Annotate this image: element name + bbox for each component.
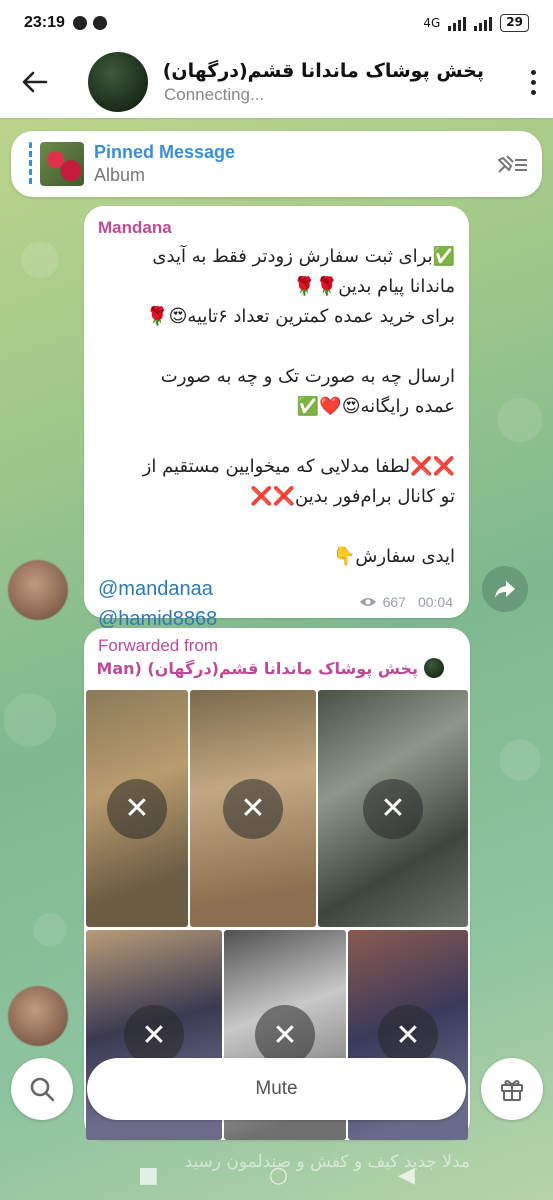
forwarded-label: Forwarded from bbox=[98, 636, 218, 655]
pinned-thumbnail bbox=[40, 142, 84, 186]
notification-icons bbox=[72, 16, 107, 30]
album-photo[interactable]: ✕ bbox=[190, 690, 316, 927]
arrow-left-icon bbox=[22, 71, 48, 93]
message-time: 00:04 bbox=[417, 594, 453, 610]
sender-avatar[interactable] bbox=[8, 986, 68, 1046]
search-icon bbox=[30, 1077, 55, 1102]
pinned-text: Pinned Message Album bbox=[94, 142, 482, 186]
status-time: 23:19 bbox=[24, 14, 65, 31]
pinned-subtitle: Album bbox=[94, 165, 146, 185]
chat-header: پخش پوشاک ماندانا قشم(درگهان) Connecting… bbox=[0, 46, 553, 118]
recents-icon[interactable]: ■ bbox=[138, 1163, 159, 1188]
sender-avatar[interactable] bbox=[8, 560, 68, 620]
channel-info[interactable]: پخش پوشاک ماندانا قشم(درگهان) Connecting… bbox=[164, 60, 513, 105]
pinned-message-bar[interactable]: Pinned Message Album bbox=[11, 131, 542, 197]
message-line: ارسال چه به صورت تک و چه به صورت bbox=[160, 366, 455, 387]
message-line: عمده رایگانه😍❤️✅ bbox=[296, 396, 455, 417]
message-line: ✅برای ثبت سفارش زودتر فقط به آیدی bbox=[152, 246, 455, 267]
more-vertical-icon bbox=[530, 69, 536, 75]
back-button[interactable] bbox=[0, 46, 70, 118]
forwarded-channel-name: پخش پوشاک ماندانا قشم(درگهان) (Man... bbox=[98, 658, 418, 678]
close-icon[interactable]: ✕ bbox=[378, 1005, 438, 1065]
close-icon[interactable]: ✕ bbox=[363, 778, 423, 839]
notification-icon bbox=[72, 16, 87, 30]
connection-status: Connecting... bbox=[164, 84, 265, 104]
message-line: برای خرید عمده کمترین تعداد ۶تاییه😍🌹 bbox=[146, 306, 455, 327]
message-line: ❌❌لطفا مدلایی که میخوایین مستقیم از bbox=[142, 456, 455, 477]
message-line: تو کانال برام‌فور بدین❌❌ bbox=[250, 486, 455, 507]
close-icon[interactable]: ✕ bbox=[124, 1005, 184, 1065]
share-button[interactable] bbox=[482, 566, 528, 612]
unpin-button[interactable] bbox=[482, 152, 542, 176]
close-icon[interactable]: ✕ bbox=[223, 778, 283, 839]
message-line: ماندانا پیام بدین🌹🌹 bbox=[293, 276, 455, 297]
sender-name: Mandana bbox=[98, 218, 172, 237]
view-count: 667 bbox=[382, 594, 406, 610]
signal-icon-2 bbox=[474, 15, 493, 31]
message-text: ✅برای ثبت سفارش زودتر فقط به آیدی ماندان… bbox=[98, 242, 455, 572]
pinned-indicator bbox=[29, 142, 32, 186]
status-right: 4G 29 bbox=[423, 14, 529, 32]
gift-button[interactable] bbox=[481, 1058, 543, 1120]
unpin-icon bbox=[498, 155, 527, 173]
forwarded-channel-avatar bbox=[424, 658, 444, 678]
status-bar: 23:19 4G 29 bbox=[0, 0, 553, 46]
close-icon[interactable]: ✕ bbox=[107, 778, 167, 839]
close-icon[interactable]: ✕ bbox=[255, 1005, 315, 1065]
message-bubble[interactable]: Mandana ✅برای ثبت سفارش زودتر فقط به آید… bbox=[84, 206, 469, 630]
back-nav-icon[interactable]: ◀ bbox=[398, 1163, 415, 1188]
message-meta: 667 00:04 bbox=[359, 594, 453, 610]
forwarded-source[interactable]: پخش پوشاک ماندانا قشم(درگهان) (Man... bbox=[88, 658, 466, 678]
notification-icon bbox=[92, 16, 107, 30]
channel-title: پخش پوشاک ماندانا قشم(درگهان) bbox=[164, 59, 484, 82]
channel-avatar[interactable] bbox=[88, 52, 148, 112]
gift-icon bbox=[501, 1080, 523, 1101]
signal-icon bbox=[448, 15, 467, 31]
search-button[interactable] bbox=[11, 1058, 73, 1120]
home-icon[interactable]: ○ bbox=[269, 1163, 288, 1188]
message-line: ایدی سفارش👇 bbox=[332, 546, 455, 567]
more-menu-button[interactable] bbox=[513, 46, 553, 118]
network-type: 4G bbox=[423, 16, 441, 30]
album-photo[interactable]: ✕ bbox=[86, 690, 188, 927]
album-photo[interactable]: ✕ bbox=[318, 690, 468, 927]
battery-icon: 29 bbox=[500, 14, 529, 32]
system-nav-bar: ■ ○ ◀ bbox=[0, 1150, 553, 1200]
mute-button[interactable]: Mute bbox=[87, 1058, 466, 1120]
pinned-title: Pinned Message bbox=[94, 142, 236, 162]
share-icon bbox=[495, 581, 515, 598]
eye-icon bbox=[359, 598, 376, 606]
